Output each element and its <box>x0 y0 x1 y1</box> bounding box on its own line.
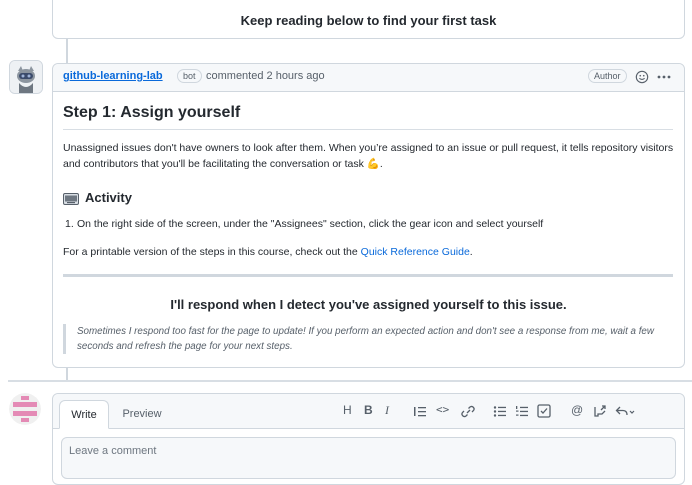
bold-button[interactable]: B <box>364 403 373 417</box>
activity-item-number: 1. <box>65 218 74 230</box>
tasklist-icon[interactable] <box>537 404 551 418</box>
bot-avatar[interactable] <box>9 60 43 94</box>
comment-author-link[interactable]: github-learning-lab <box>63 70 163 82</box>
comment-editor: Write Preview H B I <> @ Leave a comment <box>52 393 685 485</box>
note-text: Sometimes I respond too fast for the pag… <box>77 326 654 352</box>
comment-textarea[interactable]: Leave a comment <box>61 437 676 479</box>
top-banner: Keep reading below to find your first ta… <box>52 0 685 39</box>
timeline-divider <box>8 380 692 382</box>
identicon-icon <box>9 393 41 425</box>
title-underline <box>63 129 673 130</box>
user-avatar[interactable] <box>9 393 41 425</box>
mention-button[interactable]: @ <box>571 403 583 417</box>
top-banner-text: Keep reading below to find your first ta… <box>240 13 497 28</box>
list-ordered-icon[interactable] <box>515 405 529 418</box>
muscle-emoji: 💪 <box>366 158 380 170</box>
list-unordered-icon[interactable] <box>493 405 507 418</box>
heading-button[interactable]: H <box>343 403 352 417</box>
tab-write-label: Write <box>71 409 97 421</box>
octocat-icon <box>10 61 42 93</box>
reference-prefix: For a printable version of the steps in … <box>63 246 361 258</box>
comment-placeholder: Leave a comment <box>69 445 157 457</box>
italic-button[interactable]: I <box>385 403 389 418</box>
activity-item: On the right side of the screen, under t… <box>77 218 544 230</box>
comment-meta[interactable]: commented 2 hours ago <box>206 70 325 82</box>
note-blockquote: Sometimes I respond too fast for the pag… <box>63 324 677 354</box>
activity-heading: Activity <box>85 190 132 205</box>
editor-header: Write Preview H B I <> @ <box>53 394 684 429</box>
author-badge: Author <box>588 69 627 83</box>
quick-reference-link[interactable]: Quick Reference Guide <box>361 246 470 258</box>
smiley-icon[interactable] <box>635 70 649 84</box>
respond-heading: I'll respond when I detect you've assign… <box>170 297 567 312</box>
kebab-horizontal-icon[interactable] <box>656 70 672 84</box>
code-button[interactable]: <> <box>436 403 449 416</box>
comment-box: github-learning-lab bot commented 2 hour… <box>52 63 685 368</box>
step-title: Step 1: Assign yourself <box>63 104 241 121</box>
intro-end: . <box>379 158 383 170</box>
reference-line: For a printable version of the steps in … <box>63 246 473 258</box>
cross-reference-icon[interactable] <box>593 404 607 418</box>
link-icon[interactable] <box>461 405 475 418</box>
tab-preview-label: Preview <box>122 408 162 420</box>
timeline-line <box>66 366 68 380</box>
timeline-line <box>66 37 68 63</box>
section-divider <box>63 274 673 277</box>
comment-header: github-learning-lab bot commented 2 hour… <box>53 64 684 92</box>
bot-badge: bot <box>177 69 202 83</box>
reply-icon[interactable] <box>615 405 635 418</box>
tab-preview[interactable]: Preview <box>113 400 171 428</box>
tab-write[interactable]: Write <box>59 400 109 429</box>
reference-suffix: . <box>469 246 473 258</box>
intro-paragraph: Unassigned issues don't have owners to l… <box>63 140 678 172</box>
quote-icon[interactable] <box>413 405 427 418</box>
keyboard-icon <box>63 193 79 205</box>
